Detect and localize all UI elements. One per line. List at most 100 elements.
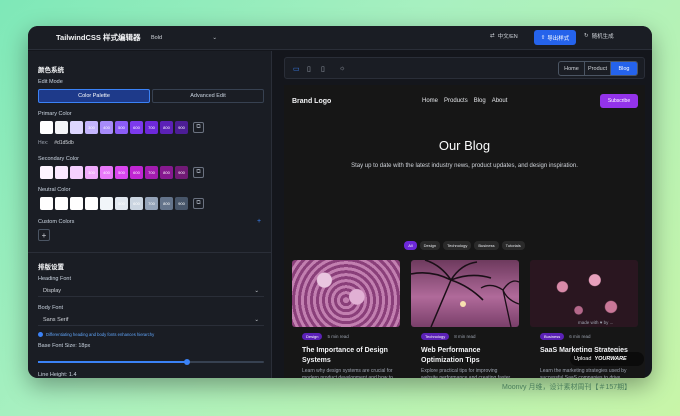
color-swatch[interactable] <box>100 197 113 210</box>
tag-design[interactable]: Design <box>419 241 441 250</box>
color-swatch[interactable]: 300 <box>85 121 98 134</box>
chevron-down-icon: ⌄ <box>212 34 217 41</box>
mobile-icon[interactable]: ▯ <box>321 65 325 73</box>
color-swatch[interactable] <box>40 197 53 210</box>
color-swatch[interactable]: 900 <box>175 166 188 179</box>
seg-home[interactable]: Home <box>559 62 585 75</box>
color-swatch[interactable] <box>70 197 83 210</box>
tablet-icon[interactable]: ▯ <box>307 65 311 73</box>
desktop-icon[interactable]: ▭ <box>293 65 300 73</box>
color-swatch[interactable]: 700 <box>145 166 158 179</box>
export-button[interactable]: ⇧ 导出样式 <box>534 30 576 45</box>
color-swatch[interactable] <box>55 166 68 179</box>
color-swatch[interactable]: 900 <box>175 197 188 210</box>
card-category: Design <box>302 333 323 340</box>
page-switcher: Home Product Blog <box>558 61 638 76</box>
card-title: The Importance of Design Systems <box>302 347 388 364</box>
random-label: 随机生成 <box>591 34 614 40</box>
color-swatch[interactable] <box>55 121 68 134</box>
copy-icon[interactable]: ⧉ <box>193 198 204 209</box>
app-window: TailwindCSS 样式编辑器 Bold ⌄ ⇄ 中文/EN ⇧ 导出样式 … <box>28 26 652 378</box>
card-read-time: 5 min read <box>327 334 349 339</box>
info-icon <box>38 332 43 337</box>
nav-home[interactable]: Home <box>422 98 438 104</box>
app-title: TailwindCSS 样式编辑器 <box>56 33 141 42</box>
card-meta: Business 6 min read <box>540 333 591 340</box>
made-with-badge[interactable]: made with ♥ by ... <box>578 320 613 325</box>
color-swatch[interactable]: 800 <box>160 121 173 134</box>
card-excerpt: Learn why design systems are crucial for… <box>302 368 393 378</box>
hex-label: Hex: <box>38 140 49 146</box>
body-font-select[interactable]: Sans Serif ⌄ <box>38 314 264 326</box>
theme-icon[interactable]: ☼ <box>339 65 345 72</box>
blog-card[interactable]: Design 5 min read The Importance of Desi… <box>292 260 400 378</box>
color-swatch[interactable]: 900 <box>175 121 188 134</box>
color-swatch[interactable]: 600 <box>130 166 143 179</box>
color-swatch[interactable] <box>70 121 83 134</box>
color-swatch[interactable]: 600 <box>130 197 143 210</box>
seg-product[interactable]: Product <box>585 62 611 75</box>
base-font-size-slider[interactable] <box>38 359 264 365</box>
line-height-label: Line Height: 1.4 <box>38 372 77 378</box>
color-swatch[interactable]: 400 <box>100 121 113 134</box>
color-swatch[interactable] <box>70 166 83 179</box>
color-swatch[interactable]: 700 <box>145 197 158 210</box>
color-swatch[interactable]: 700 <box>145 121 158 134</box>
subscribe-button[interactable]: Subscribe <box>600 94 638 108</box>
card-meta: Technology 8 min read <box>421 333 476 340</box>
nav-products[interactable]: Products <box>444 98 468 104</box>
site-preview: Brand Logo Home Products Blog About Subs… <box>284 85 645 378</box>
brand-label: YOURWARE <box>594 356 627 362</box>
color-swatch[interactable]: 800 <box>160 197 173 210</box>
card-read-time: 8 min read <box>454 334 476 339</box>
random-generate-button[interactable]: ↻ 随机生成 <box>584 32 614 40</box>
style-select[interactable]: Bold ⌄ <box>148 31 220 44</box>
tag-business[interactable]: Business <box>474 241 499 250</box>
settings-sidebar[interactable]: 颜色系统 Edit Mode Color Palette Advanced Ed… <box>28 51 272 378</box>
card-excerpt: Explore practical tips for improving web… <box>421 368 512 378</box>
chevron-down-icon: ⌄ <box>254 287 259 294</box>
color-swatch[interactable]: 600 <box>130 121 143 134</box>
color-swatch[interactable] <box>40 166 53 179</box>
heading-font-select[interactable]: Display ⌄ <box>38 285 264 297</box>
color-swatch[interactable]: 500 <box>115 197 128 210</box>
mode-color-palette-button[interactable]: Color Palette <box>38 89 150 103</box>
color-swatch[interactable] <box>40 121 53 134</box>
color-swatch[interactable]: 400 <box>100 166 113 179</box>
upload-badge[interactable]: Upload YOURWARE <box>570 352 644 366</box>
export-label: 导出样式 <box>547 35 570 42</box>
color-swatch[interactable] <box>85 197 98 210</box>
copy-icon[interactable]: ⧉ <box>193 167 204 178</box>
tag-tutorials[interactable]: Tutorials <box>501 241 525 250</box>
blog-subtitle: Stay up to date with the latest industry… <box>351 163 578 169</box>
blog-card[interactable]: Technology 8 min read Web Performance Op… <box>411 260 519 378</box>
color-swatch[interactable]: 500 <box>115 166 128 179</box>
copy-icon[interactable]: ⧉ <box>193 122 204 133</box>
color-swatch[interactable] <box>55 197 68 210</box>
color-swatch[interactable]: 500 <box>115 121 128 134</box>
color-swatch[interactable]: 300 <box>85 166 98 179</box>
tag-technology[interactable]: Technology <box>443 241 472 250</box>
brand-logo[interactable]: Brand Logo <box>292 98 331 105</box>
heading-font-label: Heading Font <box>38 276 72 282</box>
tag-all[interactable]: All <box>404 241 417 250</box>
body-font-value: Sans Serif <box>43 316 69 323</box>
top-bar: TailwindCSS 样式编辑器 Bold ⌄ ⇄ 中文/EN ⇧ 导出样式 … <box>28 26 652 50</box>
card-title: Web Performance Optimization Tips <box>421 347 481 364</box>
card-read-time: 6 min read <box>569 334 591 339</box>
seg-blog[interactable]: Blog <box>611 62 637 75</box>
primary-swatches: 300 400 500 600 700 800 900 ⧉ <box>40 121 204 134</box>
refresh-icon: ↻ <box>584 33 589 39</box>
nav-blog[interactable]: Blog <box>474 98 486 104</box>
mode-advanced-edit-button[interactable]: Advanced Edit <box>152 89 264 103</box>
font-hint-text: Differentiating heading and body fonts e… <box>46 332 155 337</box>
add-custom-color-button[interactable]: + <box>38 229 50 241</box>
slider-thumb[interactable] <box>184 359 191 365</box>
color-swatch[interactable]: 800 <box>160 166 173 179</box>
language-toggle-button[interactable]: ⇄ 中文/EN <box>490 32 518 40</box>
secondary-color-label: Secondary Color <box>38 156 79 162</box>
preview-toolbar: ▭ ▯ ▯ ☼ Home Product Blog <box>284 57 645 79</box>
add-custom-color-icon[interactable]: + <box>257 218 261 225</box>
nav-about[interactable]: About <box>492 98 508 104</box>
custom-colors-label: Custom Colors <box>38 219 75 225</box>
